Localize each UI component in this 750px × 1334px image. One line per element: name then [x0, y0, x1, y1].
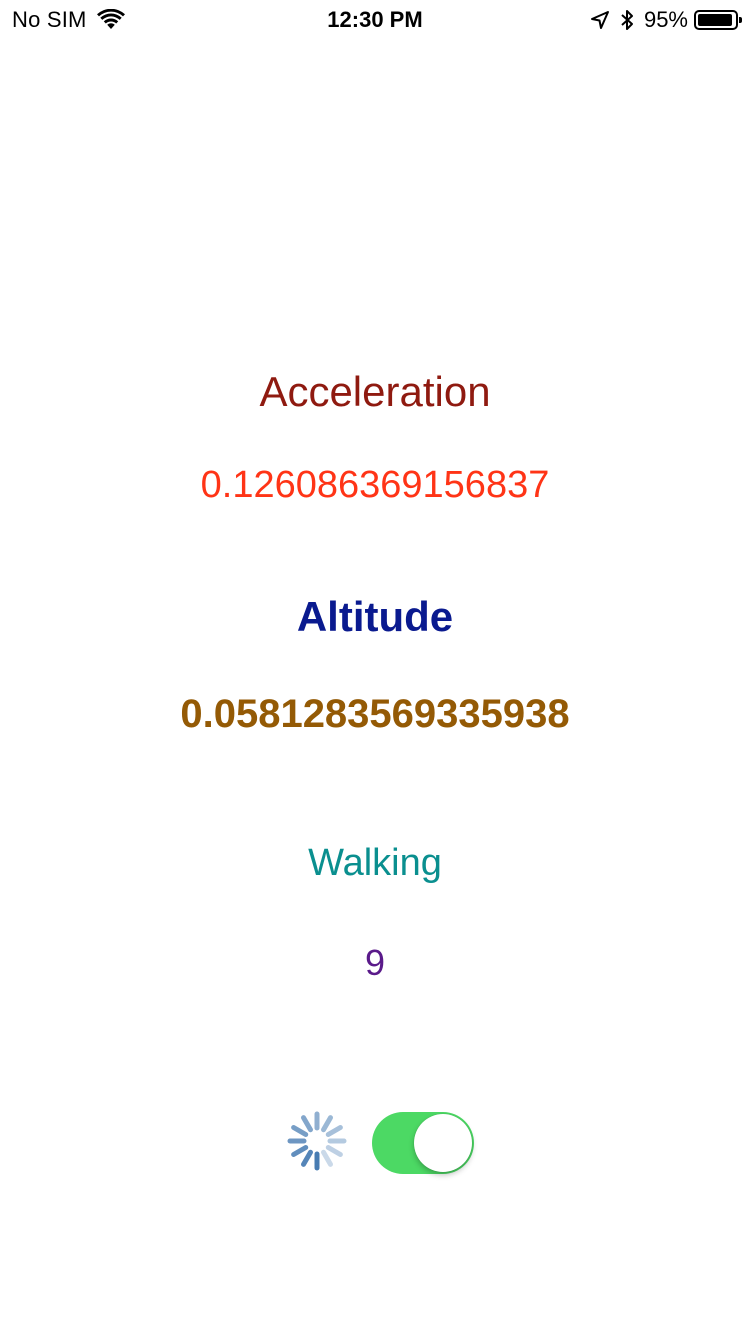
spinner-spoke	[301, 1115, 313, 1133]
battery-icon	[694, 10, 742, 30]
spinner-spoke	[325, 1145, 343, 1157]
status-bar: No SIM 12:30 PM 95%	[0, 0, 750, 40]
spinner-spoke	[291, 1145, 309, 1157]
battery-percent: 95%	[643, 7, 688, 32]
altitude-title: Altitude	[296, 593, 454, 640]
toggle-switch[interactable]	[372, 1112, 474, 1174]
battery-nub	[739, 17, 742, 23]
spinner-spoke	[321, 1149, 333, 1167]
walking-count: 9	[364, 942, 386, 983]
acceleration-value: 0.126086369156837	[200, 464, 550, 506]
toggle-knob[interactable]	[414, 1114, 472, 1172]
location-arrow-icon	[590, 11, 609, 29]
status-bar-right: 95%	[590, 7, 742, 33]
acceleration-title: Acceleration	[259, 368, 491, 415]
spinner-spoke	[321, 1115, 333, 1133]
spinner-spoke	[325, 1125, 343, 1137]
bluetooth-icon	[621, 10, 633, 30]
battery-fill	[698, 14, 733, 26]
walking-title: Walking	[308, 842, 442, 884]
altitude-value: 0.0581283569335938	[180, 692, 570, 736]
spinner-spoke	[291, 1125, 309, 1137]
activity-spinner-icon	[287, 1111, 347, 1171]
spinner-spoke	[301, 1149, 313, 1167]
